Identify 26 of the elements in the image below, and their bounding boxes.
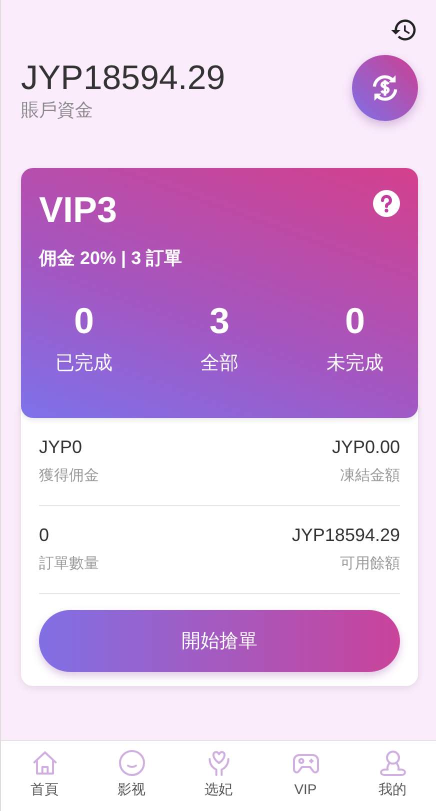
detail-label: 凍結金額 xyxy=(340,466,400,485)
stat-value: 0 xyxy=(344,300,366,342)
help-icon[interactable] xyxy=(373,190,400,217)
nav-tab[interactable]: 我的 xyxy=(349,741,436,811)
stat-value: 3 xyxy=(209,300,230,342)
nav-tab[interactable]: VIP xyxy=(262,741,349,811)
exchange-button[interactable] xyxy=(352,55,418,121)
detail-value: JYP18594.29 xyxy=(292,524,400,546)
stat-label: 已完成 xyxy=(56,352,112,376)
detail-value: JYP0.00 xyxy=(332,436,400,458)
detail-value: JYP0 xyxy=(39,436,84,458)
detail-label: 獲得佣金 xyxy=(39,466,99,485)
detail-label: 可用餘額 xyxy=(340,554,400,573)
commission-summary: 佣金 20% | 3 訂單 xyxy=(39,247,184,270)
detail-value: 0 xyxy=(39,524,50,546)
start-grab-button[interactable]: 開始搶單 xyxy=(39,610,400,672)
detail-label: 訂單數量 xyxy=(39,554,99,573)
nav-tab[interactable]: 影视 xyxy=(88,741,175,811)
nav-tab[interactable]: 首頁 xyxy=(1,741,88,811)
balance-amount: JYP18594.29 xyxy=(21,58,226,98)
vip-level: VIP3 xyxy=(39,190,118,230)
stat-value: 0 xyxy=(74,300,94,342)
stat-label: 未完成 xyxy=(326,352,384,376)
balance-label: 賬戶資金 xyxy=(21,99,94,122)
nav-tab[interactable]: 选妃 xyxy=(175,741,262,811)
stat-label: 全部 xyxy=(200,352,238,376)
